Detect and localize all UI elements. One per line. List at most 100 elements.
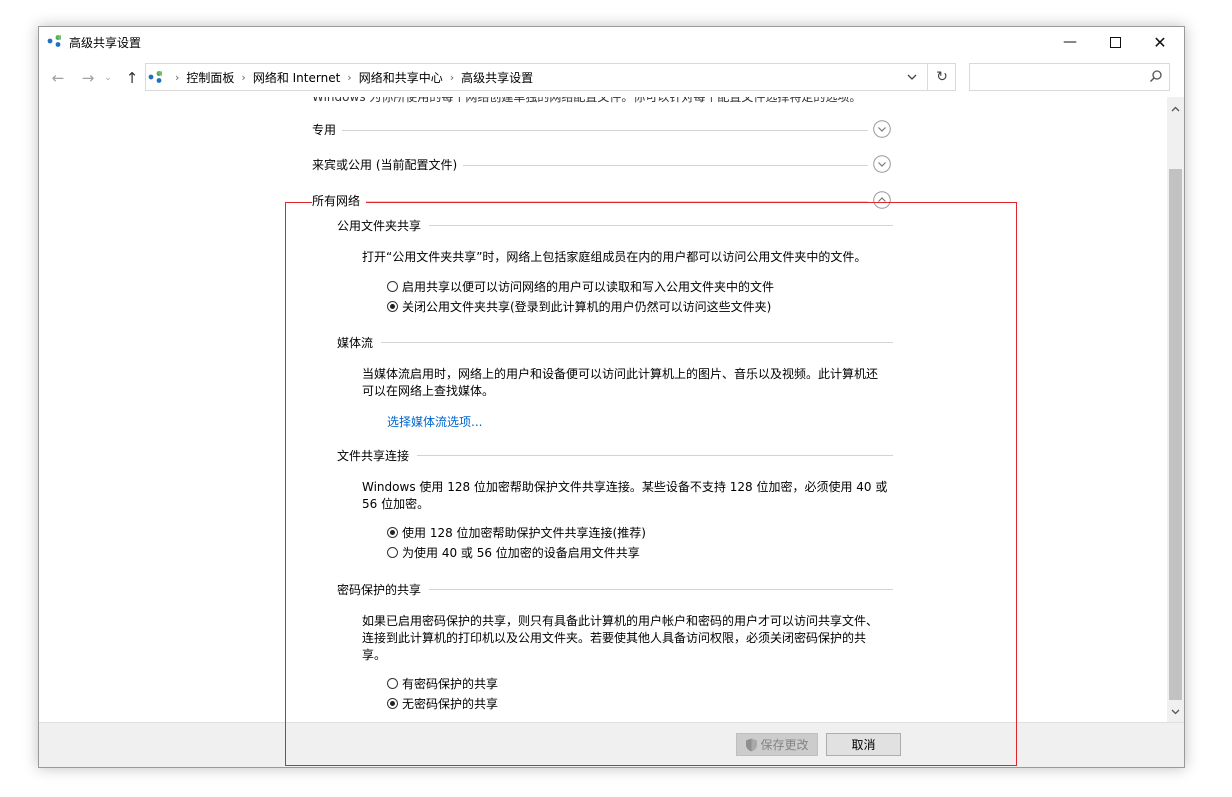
breadcrumb-advanced-sharing[interactable]: 高级共享设置 <box>461 69 533 86</box>
chevron-right-icon: › <box>449 70 455 84</box>
expand-chevron-icon[interactable] <box>873 120 891 138</box>
encryption-40-56-option[interactable]: 为使用 40 或 56 位加密的设备启用文件共享 <box>387 544 640 561</box>
save-label: 保存更改 <box>760 738 809 752</box>
back-button[interactable]: ← <box>47 63 69 93</box>
media-section: 媒体流 <box>337 334 893 352</box>
description-line: 可以在网络上查找媒体。 <box>362 384 495 398</box>
radio-button[interactable] <box>387 527 398 538</box>
divider <box>337 342 893 343</box>
radio-button[interactable] <box>387 698 398 709</box>
description-line: 连接到此计算机的打印机以及公用文件夹。若要使其他人具备访问权限，必须关闭密码保护… <box>362 631 867 645</box>
description-line: 56 位加密。 <box>362 497 430 511</box>
recent-locations-button[interactable]: ⌄ <box>97 63 119 93</box>
minimize-button[interactable]: — <box>1047 27 1093 57</box>
profile-label: 所有网络 <box>312 192 367 209</box>
public-folder-description: 打开“公用文件夹共享”时，网络上包括家庭组成员在内的用户都可以访问公用文件夹中的… <box>362 250 867 264</box>
chevron-right-icon: › <box>175 70 180 84</box>
scroll-down-button[interactable] <box>1167 703 1184 720</box>
maximize-icon <box>1109 36 1121 48</box>
description-line: Windows 使用 128 位加密帮助保护文件共享连接。某些设备不支持 128… <box>362 480 888 494</box>
media-description: 当媒体流启用时，网络上的用户和设备便可以访问此计算机上的图片、音乐以及视频。此计… <box>362 366 892 400</box>
section-heading: 文件共享连接 <box>337 447 418 464</box>
profile-private[interactable]: 专用 <box>312 120 892 141</box>
chevron-down-icon <box>1171 709 1180 714</box>
address-bar[interactable]: › 控制面板 › 网络和 Internet › 网络和共享中心 › 高级共享设置… <box>145 63 956 91</box>
maximize-button[interactable] <box>1092 27 1138 57</box>
chevron-right-icon: › <box>241 70 246 84</box>
expand-chevron-icon[interactable] <box>873 155 891 173</box>
network-icon <box>148 71 162 83</box>
chevron-down-icon <box>907 74 917 80</box>
radio-button[interactable] <box>387 301 398 312</box>
description-line: 享。 <box>362 648 387 662</box>
option-label: 启用共享以便可以访问网络的用户可以读取和写入公用文件夹中的文件 <box>402 280 775 294</box>
section-heading: 媒体流 <box>337 334 382 351</box>
window-title: 高级共享设置 <box>69 36 142 50</box>
option-label: 无密码保护的共享 <box>402 697 499 711</box>
profile-guest-public[interactable]: 来宾或公用 (当前配置文件) <box>312 155 892 176</box>
divider <box>312 130 868 131</box>
file-sharing-section: 文件共享连接 <box>337 447 893 465</box>
window: 高级共享设置 — ✕ ← → ⌄ ↑ › 控制面板 › 网络和 Internet… <box>38 26 1185 768</box>
option-label: 为使用 40 或 56 位加密的设备启用文件共享 <box>402 546 640 560</box>
scroll-up-button[interactable] <box>1167 100 1184 117</box>
public-folder-disable-option[interactable]: 关闭公用文件夹共享(登录到此计算机的用户仍然可以访问这些文件夹) <box>387 298 771 315</box>
close-icon: ✕ <box>1153 32 1167 52</box>
password-off-option[interactable]: 无密码保护的共享 <box>387 695 498 712</box>
refresh-button[interactable]: ↻ <box>927 64 956 90</box>
password-on-option[interactable]: 有密码保护的共享 <box>387 675 498 692</box>
section-heading: 密码保护的共享 <box>337 581 430 598</box>
cancel-button[interactable]: 取消 <box>826 733 901 756</box>
description-line: 当媒体流启用时，网络上的用户和设备便可以访问此计算机上的图片、音乐以及视频。此计… <box>362 367 879 381</box>
arrow-left-icon: ← <box>51 69 65 87</box>
profile-label: 来宾或公用 (当前配置文件) <box>312 156 464 173</box>
radio-button[interactable] <box>387 547 398 558</box>
title-bar: 高级共享设置 — ✕ <box>39 27 1184 57</box>
chevron-down-icon: ⌄ <box>104 73 112 83</box>
forward-button[interactable]: → <box>77 63 99 93</box>
chevron-up-icon <box>1171 106 1180 111</box>
scroll-thumb[interactable] <box>1169 169 1182 700</box>
close-button[interactable]: ✕ <box>1137 27 1183 57</box>
save-changes-button[interactable]: 保存更改 <box>736 733 818 756</box>
search-input[interactable] <box>969 63 1170 91</box>
breadcrumb-network-sharing-center[interactable]: 网络和共享中心 <box>359 69 443 86</box>
breadcrumb-control-panel[interactable]: 控制面板 <box>186 69 234 86</box>
option-label: 使用 128 位加密帮助保护文件共享连接(推荐) <box>402 526 646 540</box>
public-folder-enable-option[interactable]: 启用共享以便可以访问网络的用户可以读取和写入公用文件夹中的文件 <box>387 278 774 295</box>
chevron-right-icon: › <box>347 70 352 84</box>
description-line: 如果已启用密码保护的共享，则只有具备此计算机的用户帐户和密码的用户才可以访问共享… <box>362 614 879 628</box>
profile-label: 专用 <box>312 121 343 138</box>
public-folder-section: 公用文件夹共享 <box>337 217 893 235</box>
radio-button[interactable] <box>387 678 398 689</box>
password-description: 如果已启用密码保护的共享，则只有具备此计算机的用户帐户和密码的用户才可以访问共享… <box>362 613 892 664</box>
address-dropdown-button[interactable] <box>899 64 925 90</box>
arrow-up-icon: ↑ <box>125 69 139 87</box>
search-icon <box>1149 70 1162 83</box>
divider <box>312 201 868 202</box>
footer-bar: 保存更改 取消 <box>39 722 1184 767</box>
breadcrumb-network-internet[interactable]: 网络和 Internet <box>253 69 340 86</box>
file-sharing-description: Windows 使用 128 位加密帮助保护文件共享连接。某些设备不支持 128… <box>362 479 892 513</box>
option-label: 关闭公用文件夹共享(登录到此计算机的用户仍然可以访问这些文件夹) <box>402 300 772 314</box>
password-section: 密码保护的共享 <box>337 581 893 599</box>
intro-text: Windows 为你所使用的每个网络创建单独的网络配置文件。你可以针对每个配置文… <box>312 97 862 104</box>
divider <box>337 455 893 456</box>
option-label: 有密码保护的共享 <box>402 677 499 691</box>
arrow-right-icon: → <box>81 69 95 87</box>
radio-button[interactable] <box>387 281 398 292</box>
encryption-128-option[interactable]: 使用 128 位加密帮助保护文件共享连接(推荐) <box>387 524 646 541</box>
address-row: ← → ⌄ ↑ › 控制面板 › 网络和 Internet › 网络和共享中心 … <box>39 63 1184 93</box>
media-options-link[interactable]: 选择媒体流选项... <box>387 413 482 430</box>
vertical-scrollbar[interactable] <box>1167 97 1184 722</box>
section-heading: 公用文件夹共享 <box>337 217 430 234</box>
breadcrumb: › 控制面板 › 网络和 Internet › 网络和共享中心 › 高级共享设置 <box>148 64 533 90</box>
refresh-icon: ↻ <box>936 69 948 85</box>
settings-content: Windows 为你所使用的每个网络创建单独的网络配置文件。你可以针对每个配置文… <box>39 97 1167 722</box>
collapse-chevron-icon[interactable] <box>873 191 891 209</box>
shield-icon <box>746 738 758 751</box>
minimize-icon: — <box>1063 34 1077 50</box>
up-button[interactable]: ↑ <box>121 63 143 93</box>
profile-all-networks[interactable]: 所有网络 <box>312 191 892 212</box>
network-icon <box>47 35 61 47</box>
